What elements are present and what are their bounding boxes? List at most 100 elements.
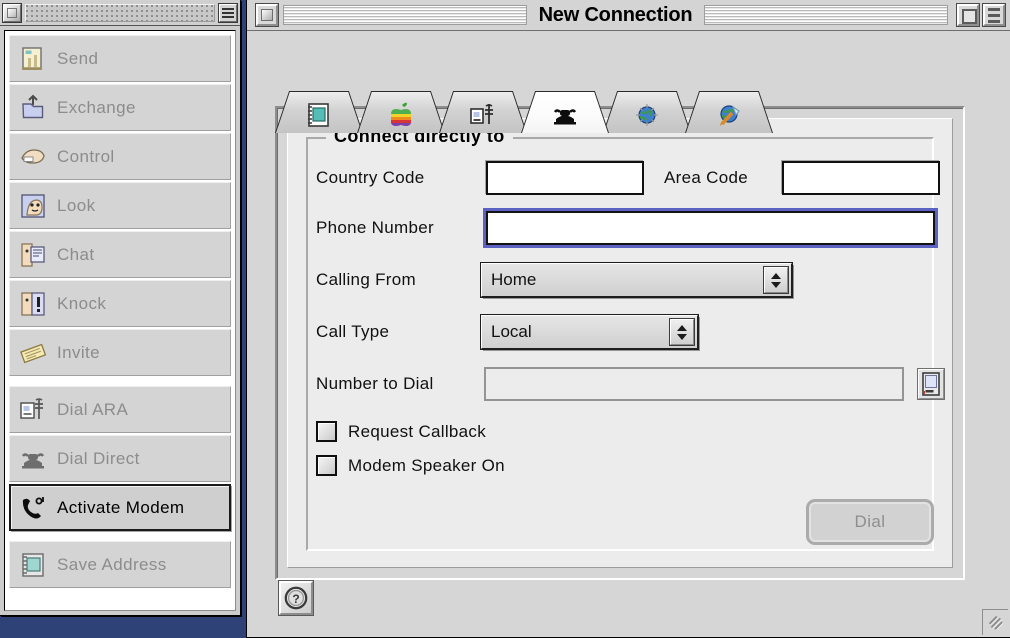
help-button[interactable]: ? (278, 580, 314, 616)
palette-item-list: Send Exchange Control Look Chat Knock In… (4, 30, 236, 611)
window-zoom-button[interactable] (956, 3, 980, 27)
send-document-icon (18, 44, 48, 74)
palette-item-activate-modem[interactable]: Activate Modem (7, 482, 233, 533)
palette-item-control[interactable]: Control (9, 133, 231, 180)
palette-item-label: Save Address (57, 554, 167, 574)
globe-icon (632, 100, 662, 130)
palette-close-button[interactable] (2, 2, 22, 23)
palette-item-dial-ara[interactable]: Dial ARA (9, 386, 231, 433)
tab-internet[interactable] (603, 91, 691, 133)
resize-grip-icon (988, 615, 1004, 631)
palette-item-label: Activate Modem (57, 497, 185, 517)
chevron-updown-icon[interactable] (669, 318, 695, 346)
control-hand-icon (18, 142, 48, 172)
call-type-label: Call Type (316, 322, 390, 341)
globe-tools-icon (714, 100, 744, 130)
dial-ara-icon (18, 395, 48, 425)
phone-number-row: Phone Number (316, 208, 938, 248)
calling-from-value: Home (491, 270, 537, 289)
call-type-value: Local (491, 322, 532, 341)
palette-item-label: Exchange (57, 97, 136, 117)
window-grow-box[interactable] (982, 609, 1008, 635)
palette-group-address: Save Address (9, 541, 231, 588)
tab-tools[interactable] (685, 91, 773, 133)
invite-ticket-icon (18, 338, 48, 368)
call-type-row: Call Type Local (316, 314, 699, 350)
palette-menu-button[interactable] (218, 2, 238, 23)
palette-group-dialing: Dial ARA Dial Direct Activate Modem (7, 386, 233, 533)
call-type-select[interactable]: Local (480, 314, 699, 350)
knock-alert-icon (18, 289, 48, 319)
palette-titlebar-pinstripe (25, 3, 215, 22)
palette-item-label: Invite (57, 342, 101, 362)
number-to-dial-row: Number to Dial (316, 367, 945, 401)
palette-item-knock[interactable]: Knock (9, 280, 231, 327)
modem-handset-icon (18, 493, 48, 523)
country-code-label: Country Code (316, 168, 425, 187)
palette-item-send[interactable]: Send (9, 35, 231, 82)
number-to-dial-field (484, 367, 904, 401)
dial-button-label: Dial (854, 512, 886, 531)
titlebar-stripes-left (283, 5, 527, 25)
number-to-dial-value (486, 369, 902, 379)
tab-phone[interactable] (521, 91, 609, 133)
palette-item-invite[interactable]: Invite (9, 329, 231, 376)
area-code-row: Area Code (664, 161, 940, 195)
dial-ara-icon (468, 100, 498, 130)
palette-item-label: Dial ARA (57, 399, 129, 419)
address-book-icon (304, 100, 334, 130)
request-callback-label: Request Callback (348, 421, 487, 441)
request-callback-checkbox[interactable] (316, 421, 337, 442)
tab-apple[interactable] (357, 91, 445, 133)
modem-speaker-label: Modem Speaker On (348, 455, 505, 475)
palette-item-save-address[interactable]: Save Address (9, 541, 231, 588)
chat-person-icon (18, 240, 48, 270)
dial-preview-icon (922, 372, 940, 396)
area-code-value (784, 163, 938, 173)
phone-number-label: Phone Number (316, 218, 434, 237)
number-to-dial-label: Number to Dial (316, 374, 434, 393)
calling-from-select[interactable]: Home (480, 262, 793, 298)
svg-text:?: ? (292, 592, 299, 606)
phone-number-input[interactable] (483, 208, 938, 248)
exchange-folder-icon (18, 93, 48, 123)
apple-logo-icon (386, 100, 416, 130)
country-code-row: Country Code (316, 161, 644, 195)
palette-item-chat[interactable]: Chat (9, 231, 231, 278)
palette-item-label: Control (57, 146, 115, 166)
tab-ara[interactable] (439, 91, 527, 133)
chevron-updown-icon[interactable] (763, 266, 789, 294)
tab-content-panel: Connect directly to Country Code Area Co… (275, 106, 965, 580)
palette-item-look[interactable]: Look (9, 182, 231, 229)
dial-preview-icon-button[interactable] (917, 368, 945, 400)
window-title: New Connection (538, 3, 693, 26)
question-mark-icon: ? (284, 586, 308, 610)
tab-address-book[interactable] (275, 91, 363, 133)
palette-group-primary: Send Exchange Control Look Chat Knock In… (9, 35, 231, 376)
titlebar-stripes-right (704, 5, 948, 25)
modem-speaker-checkbox[interactable] (316, 455, 337, 476)
palette-item-label: Knock (57, 293, 107, 313)
window-close-button[interactable] (255, 3, 279, 27)
palette-item-label: Send (57, 48, 99, 68)
tab-content-inner: Connect directly to Country Code Area Co… (287, 118, 953, 568)
palette-item-label: Look (57, 195, 96, 215)
palette-item-dial-direct[interactable]: Dial Direct (9, 435, 231, 482)
area-code-input[interactable] (782, 161, 940, 195)
country-code-input[interactable] (486, 161, 644, 195)
palette-item-exchange[interactable]: Exchange (9, 84, 231, 131)
window-body: Connect directly to Country Code Area Co… (247, 31, 1010, 637)
dial-button[interactable]: Dial (806, 499, 934, 545)
palette-item-label: Chat (57, 244, 95, 264)
country-code-value (488, 163, 642, 173)
modem-speaker-row[interactable]: Modem Speaker On (316, 455, 505, 476)
window-titlebar[interactable]: New Connection (247, 0, 1010, 31)
window-collapse-button[interactable] (982, 3, 1006, 27)
telephone-icon (18, 444, 48, 474)
telephone-icon (550, 100, 580, 130)
request-callback-row[interactable]: Request Callback (316, 421, 486, 442)
palette-titlebar[interactable] (0, 0, 240, 26)
calling-from-label: Calling From (316, 270, 416, 289)
address-book-icon (18, 550, 48, 580)
calling-from-row: Calling From Home (316, 262, 793, 298)
